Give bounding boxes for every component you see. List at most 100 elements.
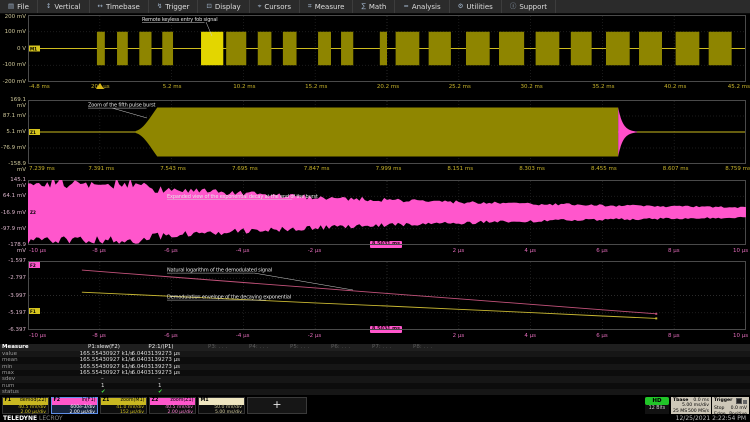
y-axis-label: -100 mV [0,62,26,68]
x-axis-label: 20.2 ms [377,84,399,91]
trace-offset-marker-z2[interactable]: Z2 [29,209,40,215]
measure-row-status: status✔✔ [0,389,750,395]
menu-label: Math [369,3,387,11]
footer: TELEDYNE LECROY 12/25/2021 2:22:54 PM [0,414,750,422]
y-axis-label: 87.1 mV [0,113,26,119]
trigger-time-marker[interactable] [96,83,104,89]
hd-badge: HD [645,397,669,405]
x-axis-label: 10 µs [733,333,748,340]
menu-cursors[interactable]: ⌖Cursors [250,0,300,13]
menu-label: File [17,3,29,11]
z2-exponential-decay-plot[interactable]: Z2Expanded view of the exponential decay… [28,180,746,245]
trace-source: zoom(M1) [121,398,145,405]
trace-offset-marker-f2[interactable]: F2 [29,262,40,268]
trace-id: Z2 [152,398,159,405]
y-axis-label: -5.197 [0,310,26,316]
param-header-7[interactable]: P7: . . . [372,344,391,350]
x-axis-label: -10 µs [29,248,46,255]
utilities-icon: ⚙ [458,0,464,13]
math-icon: ∑ [361,0,365,13]
x-axis-label: 7.543 ms [160,166,186,173]
menu-measure[interactable]: ⌗Measure [300,0,353,13]
x-axis-label: 8 µs [668,248,680,255]
param-header-5[interactable]: P5: . . . [290,344,309,350]
menu-analysis[interactable]: ≈Analysis [395,0,449,13]
descriptor-m1[interactable]: M150.0 mV/div5.00 ms/div [198,397,245,414]
menu-timebase[interactable]: ↔Timebase [90,0,149,13]
menu-trigger[interactable]: ↯Trigger [149,0,199,13]
descriptor-z1[interactable]: Z1zoom(M1)41.0 mV/div152 µs/div [100,397,147,414]
row-label: sdev [2,376,15,382]
menu-math[interactable]: ∑ Math [353,0,395,13]
x-axis-label: 30.2 ms [521,84,543,91]
trace-source: demod(Z2) [20,398,47,405]
x-axis-label: 35.2 ms [592,84,614,91]
x-axis-label: 8.607 ms [663,166,689,173]
svg-text:F1: F1 [30,309,36,314]
param-header-8[interactable]: P8: . . . [413,344,432,350]
menu-label: Support [519,3,547,11]
trace-offset-marker-z1[interactable]: Z1 [29,129,40,135]
y-axis-label: 5.1 mV [0,129,26,135]
measure-cell: – [101,376,104,382]
x-axis-label: 10 µs [733,248,748,255]
y-axis-label: 169.1 mV [0,97,26,109]
descriptor-f1[interactable]: F1demod(Z2)40.5 mV/div2.00 µs/div [2,397,49,414]
x-axis-label: 2 µs [453,333,465,340]
trigger-icon: ↯ [157,0,162,13]
log-decay-lines-plot[interactable]: F2F1Natural logarithm of the demodulated… [28,261,746,330]
measure-cell: 6.0403139273 µs [110,370,180,376]
menu-file[interactable]: ▤File [0,0,38,13]
timebase-summary[interactable]: Tbase0.0 ms5.00 ms/div25 MS500 MS/s [671,397,711,414]
y-axis-label: 0 V [0,46,26,52]
adc-bits: 12 Bits [645,405,669,413]
x-axis-label: 6 µs [596,333,608,340]
trace-source: ln(F1) [82,398,96,405]
descriptor-f2[interactable]: F2ln(F1)600e-3/div2.00 µs/div [51,397,98,414]
descriptor-title: Z2zoom(Z1) [150,398,195,405]
menu-vertical[interactable]: ↕Vertical [38,0,90,13]
svg-text:Z2: Z2 [30,210,36,215]
menu-utilities[interactable]: ⚙Utilities [450,0,502,13]
param-header-2[interactable]: P2:1/(P1) [131,344,191,350]
hd-mode-indicator[interactable]: HD12 Bits [645,397,669,414]
x-axis-label: -6 µs [164,248,178,255]
menu-label: Display [215,3,241,11]
series-f2 [82,270,656,314]
y-axis-label: -76.9 mV [0,145,26,151]
measure-cell: 1 [158,383,162,389]
trace-offset-marker-m1[interactable]: M1 [29,46,40,52]
menu-label: Timebase [106,3,140,11]
y-axis-label: -158.9 mV [0,161,26,173]
menu-display[interactable]: ⊡ Display [198,0,249,13]
y-axis-label: -2.797 [0,275,26,281]
trace-offset-marker-f1[interactable]: F1 [29,308,40,314]
x-axis-label: 40.2 ms [664,84,686,91]
param-header-1[interactable]: P1:slew(F2) [74,344,134,350]
z1-zoom-fifth-burst-plot[interactable]: Z1Zoom of the fifth pulse burst [28,100,746,164]
y-axis-label: 100 mV [0,29,26,35]
param-header-6[interactable]: P6: . . . [331,344,350,350]
x-axis-label: -4.8 ms [29,84,50,91]
y-axis-label: -97.9 mV [0,226,26,232]
param-header-3[interactable]: P3: . . . [208,344,227,350]
trace-id: F2 [54,398,61,405]
x-axis-label: 25.2 ms [449,84,471,91]
menu-label: Analysis [412,3,441,11]
add-trace-button[interactable]: + [247,397,307,414]
x-axis-label: 4 µs [524,333,536,340]
display-icon: ⊡ [206,0,211,13]
m1-keyless-fob-signal-plot[interactable]: M1Remote keyless entry fob signal [28,15,746,82]
row-label: status [2,389,19,395]
descriptor-title: F1demod(Z2) [3,398,48,405]
descriptor-z2[interactable]: Z2zoom(Z1)40.5 mV/div2.00 µs/div [149,397,196,414]
y-axis-label: -6.397 [0,327,26,333]
param-header-4[interactable]: P4: . . . [249,344,268,350]
timebase-icon: ↔ [98,0,103,13]
measure-cell: 6.0403139273 µs [110,357,180,363]
trigger-summary[interactable]: TriggerStop0.0 mVEdgePositive [712,397,749,414]
trigger-coupling-icon [743,400,747,404]
measure-icon: ⌗ [308,0,312,13]
y-axis-label: -1.597 [0,258,26,264]
menu-support[interactable]: ⓘSupport [502,0,556,13]
